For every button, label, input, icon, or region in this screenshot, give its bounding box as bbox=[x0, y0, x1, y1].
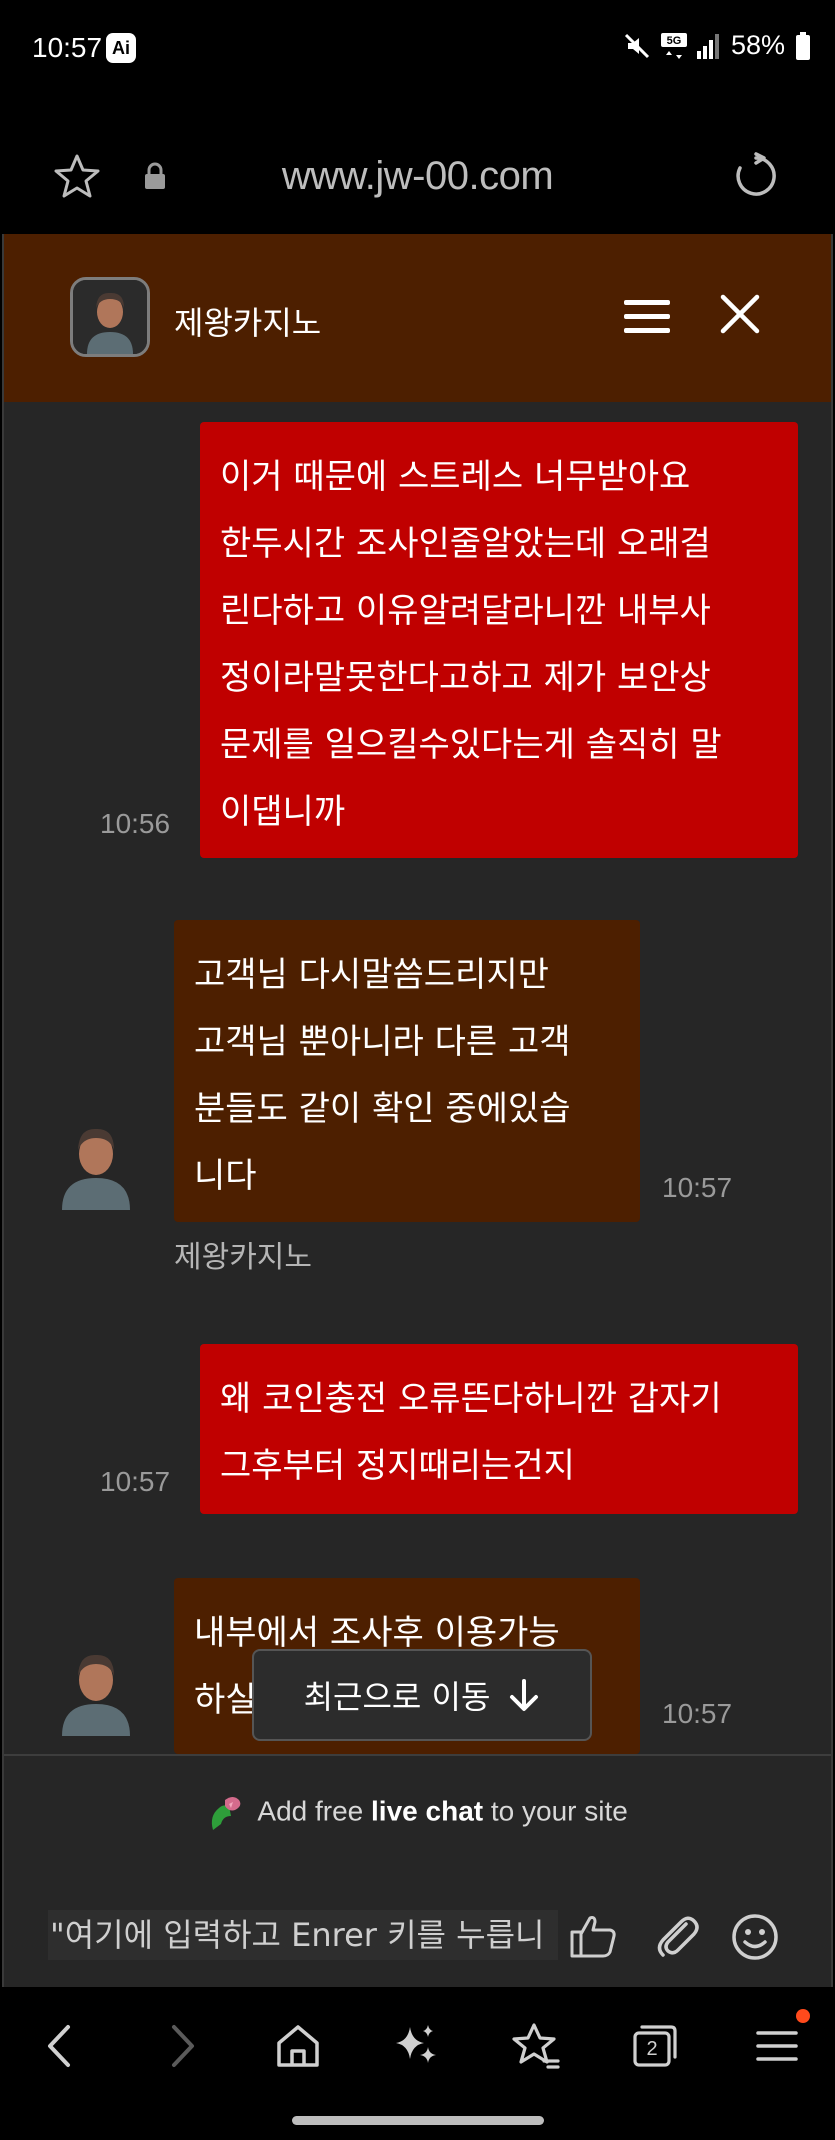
battery-icon bbox=[796, 31, 810, 60]
message-timestamp: 10:56 bbox=[100, 808, 171, 839]
jump-to-recent-label: 최근으로 이동 bbox=[303, 1678, 491, 1716]
message-timestamp: 10:57 bbox=[100, 1466, 171, 1497]
mute-icon bbox=[624, 33, 650, 58]
user-message: 이거 때문에 스트레스 너무받아요 한두시간 조사인줄알았는데 오래걸 린다하고… bbox=[200, 422, 798, 858]
agent-avatar bbox=[48, 1114, 144, 1210]
tab-count: 2 bbox=[646, 2038, 658, 2060]
person-avatar-icon bbox=[62, 1654, 130, 1736]
arrow-down-icon bbox=[510, 1679, 539, 1711]
battery-percent: 58% bbox=[730, 30, 785, 60]
message-timestamp: 10:57 bbox=[662, 1172, 733, 1203]
home-indicator[interactable] bbox=[292, 2116, 544, 2125]
livechat-promo-link[interactable]: Add free live chat to your site bbox=[4, 1794, 831, 1832]
message-line: 이거 때문에 스트레스 너무받아요 bbox=[220, 457, 691, 497]
sparkle-ai-icon[interactable] bbox=[392, 2021, 442, 2071]
menu-icon[interactable] bbox=[752, 2021, 802, 2071]
livechat-logo-icon bbox=[212, 1797, 241, 1830]
url-text[interactable]: www.jw-00.com bbox=[0, 154, 835, 199]
network-5g-icon: 5G bbox=[660, 32, 687, 59]
message-line: 고객님 다시말씀드리지만 bbox=[194, 955, 549, 995]
chat-widget: 제왕카지노 이거 때문에 스트레스 너무받아요 한두시간 조사인줄알았는데 오래… bbox=[2, 234, 833, 1987]
message-line: 니다 bbox=[194, 1156, 257, 1196]
message-line: 분들도 같이 확인 중에있습 bbox=[194, 1089, 571, 1129]
status-indicators: 5G 58% bbox=[623, 30, 811, 61]
agent-name: 제왕카지노 bbox=[174, 1240, 312, 1275]
person-avatar-icon bbox=[73, 280, 147, 354]
message-line: 린다하고 이유알려달라니깐 내부사 bbox=[220, 591, 711, 631]
close-icon[interactable] bbox=[720, 294, 760, 334]
divider bbox=[4, 1754, 831, 1756]
jump-to-recent-button[interactable]: 최근으로 이동 bbox=[252, 1649, 592, 1741]
message-input[interactable] bbox=[48, 1910, 558, 1960]
person-avatar-icon bbox=[62, 1128, 130, 1210]
svg-text:5G: 5G bbox=[667, 35, 682, 47]
agent-avatar bbox=[48, 1640, 144, 1736]
emoji-icon[interactable] bbox=[730, 1912, 780, 1962]
browser-nav-bar: 2 bbox=[0, 1987, 835, 2140]
reload-icon[interactable] bbox=[732, 152, 780, 200]
thumbs-up-icon[interactable] bbox=[568, 1912, 618, 1960]
user-message: 왜 코인충전 오류뜬다하니깐 갑자기 그후부터 정지때리는건지 bbox=[200, 1344, 798, 1514]
back-icon[interactable] bbox=[40, 2021, 80, 2071]
menu-icon[interactable] bbox=[622, 298, 672, 336]
livechat-suffix: to your site bbox=[490, 1795, 628, 1827]
agent-message: 고객님 다시말씀드리지만 고객님 뿐아니라 다른 고객 분들도 같이 확인 중에… bbox=[174, 920, 640, 1222]
livechat-prefix: Add free bbox=[257, 1795, 364, 1827]
message-line: 고객님 뿐아니라 다른 고객 bbox=[194, 1022, 571, 1062]
message-input-row bbox=[48, 1910, 794, 1960]
message-timestamp: 10:57 bbox=[662, 1698, 733, 1729]
home-icon[interactable] bbox=[273, 2021, 323, 2071]
chat-title: 제왕카지노 bbox=[174, 304, 322, 342]
signal-icon bbox=[696, 33, 719, 59]
chat-header: 제왕카지노 bbox=[4, 234, 831, 402]
ai-badge-icon: Ai bbox=[106, 33, 136, 63]
notification-dot bbox=[796, 2009, 810, 2023]
agent-avatar bbox=[70, 277, 150, 357]
status-time: 10:57 bbox=[32, 32, 103, 63]
message-line: 문제를 일으킬수있다는게 솔직히 말 bbox=[220, 725, 722, 765]
status-bar: 10:57 Ai 5G 58% bbox=[0, 0, 835, 100]
forward-icon[interactable] bbox=[162, 2021, 202, 2071]
bookmarks-icon[interactable] bbox=[510, 2021, 562, 2071]
message-line: 이댑니까 bbox=[220, 792, 346, 832]
message-line: 한두시간 조사인줄알았는데 오래걸 bbox=[220, 524, 711, 564]
livechat-bold: live chat bbox=[371, 1795, 484, 1827]
browser-url-bar: www.jw-00.com bbox=[0, 100, 835, 232]
tabs-button[interactable]: 2 bbox=[630, 2021, 680, 2071]
message-line: 왜 코인충전 오류뜬다하니깐 갑자기 bbox=[220, 1379, 722, 1419]
message-line: 그후부터 정지때리는건지 bbox=[220, 1446, 575, 1486]
paperclip-icon[interactable] bbox=[652, 1912, 702, 1960]
message-line: 정이라말못한다고하고 제가 보안상 bbox=[220, 658, 711, 698]
